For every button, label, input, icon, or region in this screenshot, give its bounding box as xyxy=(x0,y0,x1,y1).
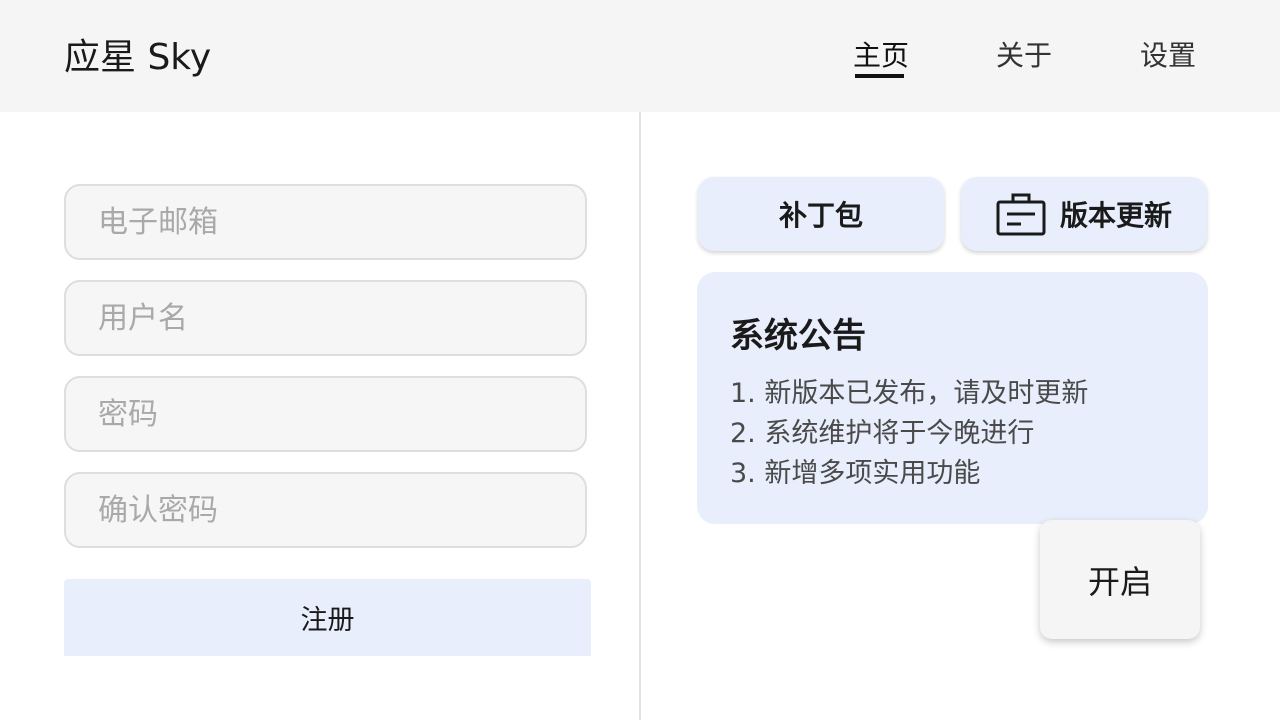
vertical-divider xyxy=(639,112,641,720)
system-notice-card: 系统公告 1. 新版本已发布，请及时更新 2. 系统维护将于今晚进行 3. 新增… xyxy=(697,272,1208,524)
app-title: 应星 Sky xyxy=(64,37,212,78)
notice-item: 1. 新版本已发布，请及时更新 xyxy=(730,378,1089,409)
patch-package-label: 补丁包 xyxy=(778,199,863,232)
nav-home-tab[interactable]: 主页 xyxy=(853,36,909,76)
notice-list: 1. 新版本已发布，请及时更新 2. 系统维护将于今晚进行 3. 新增多项实用功… xyxy=(730,374,1088,494)
password-input[interactable] xyxy=(66,378,585,450)
confirm-password-input[interactable] xyxy=(66,474,585,546)
register-button[interactable]: 注册 xyxy=(64,579,591,656)
active-tab-indicator xyxy=(855,74,904,78)
notice-board-icon xyxy=(996,192,1046,236)
confirm-password-field[interactable] xyxy=(64,472,587,548)
nav-about-tab[interactable]: 关于 xyxy=(996,36,1052,76)
top-app-bar: 应星 Sky 主页 关于 设置 xyxy=(0,0,1280,112)
patch-package-button[interactable]: 补丁包 xyxy=(698,177,944,251)
nav-settings-tab[interactable]: 设置 xyxy=(1140,36,1196,76)
password-field[interactable] xyxy=(64,376,587,452)
version-update-label: 版本更新 xyxy=(1059,199,1172,232)
username-field[interactable] xyxy=(64,280,587,356)
email-input[interactable] xyxy=(66,186,585,258)
notice-item: 2. 系统维护将于今晚进行 xyxy=(730,418,1035,449)
email-field[interactable] xyxy=(64,184,587,260)
version-update-button[interactable]: 版本更新 xyxy=(961,177,1207,251)
notice-title: 系统公告 xyxy=(730,316,866,356)
enable-button[interactable]: 开启 xyxy=(1040,520,1200,639)
username-input[interactable] xyxy=(66,282,585,354)
notice-item: 3. 新增多项实用功能 xyxy=(730,458,981,489)
